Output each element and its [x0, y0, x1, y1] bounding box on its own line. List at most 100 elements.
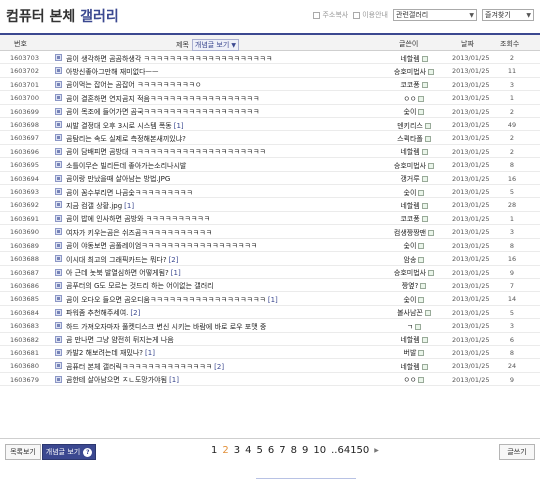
page-link[interactable]: 9 — [302, 445, 308, 456]
page-link[interactable]: 8 — [291, 445, 297, 456]
post-subject-link[interactable]: 카발2 해보려는데 재밌나? [1] — [66, 348, 386, 358]
post-writer[interactable]: 덴키리스 — [384, 121, 444, 131]
gallog-icon[interactable] — [418, 296, 425, 303]
post-subject-link[interactable]: 곰이 생각하면 곰곰하생각 ㅋㅋㅋㅋㅋㅋㅋㅋㅋㅋㅋㅋㅋㅋㅋㅋㅋㅋㅋㅋ — [66, 54, 386, 64]
page-link[interactable]: 2 — [222, 445, 228, 456]
gallog-icon[interactable] — [428, 229, 435, 236]
gallog-icon[interactable] — [418, 377, 425, 384]
gallog-icon[interactable] — [418, 189, 425, 196]
post-writer[interactable]: 숯이 — [384, 241, 444, 251]
page-link[interactable]: 1 — [211, 445, 217, 456]
gallog-icon[interactable] — [421, 82, 428, 89]
post-writer[interactable]: 짱옆? — [384, 281, 444, 291]
post-subject-link[interactable]: 하드 가져오자마자 풀켓디스크 변신 시키는 바람에 바로 로우 포맷 중 — [66, 322, 386, 332]
post-writer[interactable]: 네할렘 — [384, 147, 444, 157]
post-views: 9 — [509, 268, 515, 277]
page-link[interactable]: 4 — [245, 445, 251, 456]
post-subject-link[interactable]: 씨발 결정대 오후 3시로 시스템 폭동 [1] — [66, 121, 386, 131]
gallog-icon[interactable] — [424, 122, 431, 129]
gallog-icon[interactable] — [428, 68, 435, 75]
post-writer[interactable]: 숯이 — [384, 188, 444, 198]
post-writer[interactable]: ㅇㅇ — [384, 375, 444, 385]
last-page-link[interactable]: ..64150 — [331, 445, 369, 456]
gallog-icon[interactable] — [418, 243, 425, 250]
post-subject-link[interactable]: 파워좀 추천해주세여. [2] — [66, 308, 386, 318]
write-button[interactable]: 글쓰기 — [499, 444, 535, 460]
gallog-icon[interactable] — [424, 310, 431, 317]
post-subject-link[interactable]: 곰퓨터 본체 갤러릭ㅋㅋㅋㅋㅋㅋㅋㅋㅋㅋㅋㅋㅋㅋ [2] — [66, 362, 386, 372]
post-subject-link[interactable]: 곰 만나면 그냥 얌전히 뒤지는게 나음 — [66, 335, 386, 345]
copy-address-toggle[interactable]: 주소복사 — [313, 10, 348, 20]
post-subject-link[interactable]: 곰이 오다오 들으면 곰오디움ㅋㅋㅋㅋㅋㅋㅋㅋㅋㅋㅋㅋㅋㅋㅋㅋㅋㅋ [1] — [66, 295, 386, 305]
gallog-icon[interactable] — [418, 95, 425, 102]
post-subject-link[interactable]: 여자가 키우는곰은 쉬즈곰ㅋㅋㅋㅋㅋㅋㅋㅋㅋㅋㅋ — [66, 228, 386, 238]
gallog-icon[interactable] — [424, 135, 431, 142]
post-subject-link[interactable]: 곰이랑 만났을때 살아남는 방법.JPG — [66, 174, 386, 184]
post-writer[interactable]: 암송 — [384, 255, 444, 265]
post-writer[interactable]: 코코퐁 — [384, 214, 444, 224]
post-subject-link[interactable]: 지금 컴갤 상황.jpg [1] — [66, 201, 386, 211]
usage-guide-toggle[interactable]: 이용안내 — [353, 10, 388, 20]
post-subject-link[interactable]: 곰이 꼼수부리면 나곰숯ㅋㅋㅋㅋㅋㅋㅋㅋㅋ — [66, 188, 386, 198]
page-link[interactable]: 3 — [234, 445, 240, 456]
gallog-icon[interactable] — [418, 256, 425, 263]
gallog-icon[interactable] — [420, 283, 427, 290]
post-subject-link[interactable]: 곰이 야동보면 곰풀레이엄ㅋㅋㅋㅋㅋㅋㅋㅋㅋㅋㅋㅋㅋㅋㅋㅋㅋㅋ — [66, 241, 386, 251]
post-subject-link[interactable]: 곰탐리는 속도 실제로 측정해본새끼있냐? — [66, 134, 386, 144]
post-writer[interactable]: 볼사남꼰 — [384, 308, 444, 318]
page-link[interactable]: 5 — [257, 445, 263, 456]
gallog-icon[interactable] — [415, 323, 422, 330]
gallog-icon[interactable] — [418, 109, 425, 116]
next-page-icon[interactable]: ▶ — [374, 447, 379, 454]
post-writer[interactable]: 승호미법사 — [384, 268, 444, 278]
post-writer[interactable]: 숯이 — [384, 295, 444, 305]
concept-posts-button[interactable]: 개념글 보기 ? — [42, 444, 96, 460]
gallog-icon[interactable] — [421, 363, 428, 370]
post-subject-link[interactable]: 곰이 결혼하면 연지곰지 적음ㅋㅋㅋㅋㅋㅋㅋㅋㅋㅋㅋㅋㅋㅋㅋㅋㅋ — [66, 94, 386, 104]
gallog-icon[interactable] — [421, 202, 428, 209]
post-subject-link[interactable]: 곰이 밥에 인사하면 곰방와 ㅋㅋㅋㅋㅋㅋㅋㅋㅋㅋ — [66, 214, 386, 224]
gallog-icon[interactable] — [428, 162, 435, 169]
post-writer[interactable]: 컴생짱짱맨 — [384, 228, 444, 238]
post-writer[interactable]: 숯이 — [384, 107, 444, 117]
gallog-icon[interactable] — [421, 55, 428, 62]
post-subject-link[interactable]: 곰이 목조에 들어가면 곰국ㅋㅋㅋㅋㅋㅋㅋㅋㅋㅋㅋㅋㅋㅋㅋㅋㅋㅋ — [66, 107, 386, 117]
post-writer[interactable]: 네할렘 — [384, 362, 444, 372]
post-writer[interactable]: 스퀵타폴 — [384, 134, 444, 144]
help-icon[interactable]: ? — [83, 447, 93, 457]
post-subject-link[interactable]: 아 근데 놋북 발열심하면 어떻게됨? [1] — [66, 268, 386, 278]
post-writer[interactable]: 승호미법사 — [384, 67, 444, 77]
post-writer[interactable]: 네할렘 — [384, 54, 444, 64]
post-writer[interactable]: 버발 — [384, 348, 444, 358]
post-writer[interactable]: 네할렘 — [384, 335, 444, 345]
post-date: 2013/01/25 — [452, 268, 490, 277]
favorites-select[interactable]: 즐겨찾기 ▼ — [482, 9, 534, 21]
post-subject-link[interactable]: 이시대 최고의 그래픽카드는 뭐다? [2] — [66, 255, 386, 265]
post-subject-link[interactable]: 아방신좋아그만해 재미없다ㅡㅡ — [66, 67, 386, 77]
page-title[interactable]: 컴퓨터 본체 갤러리 — [6, 6, 119, 26]
post-subject-link[interactable]: 곰푸터의 G도 모르는 것드리 하는 어이없는 갤러리 — [66, 281, 386, 291]
post-writer[interactable]: ㄱ — [384, 322, 444, 332]
post-subject-link[interactable]: 소틀이무슨 빌리든데 좋아가는소리나시발 — [66, 161, 386, 171]
post-writer[interactable]: ㅇㅇ — [384, 94, 444, 104]
gallog-icon[interactable] — [421, 149, 428, 156]
page-link[interactable]: 6 — [268, 445, 274, 456]
list-button[interactable]: 목록보기 — [5, 444, 41, 460]
gallog-icon[interactable] — [428, 270, 435, 276]
page-link[interactable]: 10 — [313, 445, 326, 456]
post-writer[interactable]: 네할렘 — [384, 201, 444, 211]
concept-filter-button[interactable]: 개념글 보기 ▼ — [191, 39, 239, 51]
gallog-icon[interactable] — [421, 337, 428, 344]
gallog-icon[interactable] — [421, 216, 428, 223]
post-writer[interactable]: 갱거루 — [384, 174, 444, 184]
post-writer[interactable]: 코코퐁 — [384, 80, 444, 90]
post-writer[interactable]: 승호미법사 — [384, 161, 444, 171]
post-type-icon — [55, 214, 62, 222]
post-subject-link[interactable]: 곰이 담배피면 곰방대 ㅋㅋㅋㅋㅋㅋㅋㅋㅋㅋㅋㅋㅋㅋㅋㅋㅋㅋㅋㅋㅋ — [66, 147, 386, 157]
gallog-icon[interactable] — [421, 176, 428, 183]
post-subject-link[interactable]: 곰이먹는 잡어는 곰잡어 ㅋㅋㅋㅋㅋㅋㅋㅋㅋㅇ — [66, 80, 386, 90]
page-link[interactable]: 7 — [279, 445, 285, 456]
gallog-icon[interactable] — [418, 350, 425, 357]
post-subject-link[interactable]: 곰한테 살아남으면 ㅈㄴ도망가야됨 [1] — [66, 375, 386, 385]
related-gallery-select[interactable]: 관련갤러리 ▼ — [393, 9, 477, 21]
